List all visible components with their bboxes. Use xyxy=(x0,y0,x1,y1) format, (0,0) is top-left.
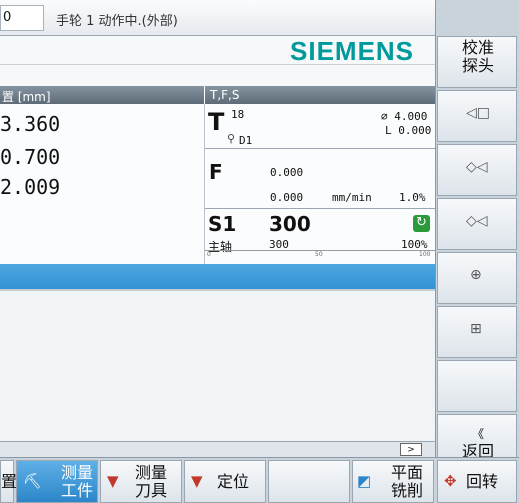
hkey-measure-workpiece-l1: 测量 xyxy=(61,463,94,482)
axis-value-1: 3.360 xyxy=(0,112,61,136)
axis-value-3: 2.009 xyxy=(0,175,61,199)
hkey-measure-tool[interactable]: ▼ 测量 刀具 xyxy=(100,460,182,503)
face-milling-icon: ◩ xyxy=(357,472,372,490)
hkey-position-label: 置 xyxy=(1,472,18,491)
scale-tick-100: 100 xyxy=(419,251,431,258)
hkey-swivel-label: 回转 xyxy=(466,472,499,491)
vkey-corner-2[interactable]: ◇◁ xyxy=(437,198,517,250)
vkey-label-line2: 探头 xyxy=(461,56,494,75)
siemens-logo: SIEMENS xyxy=(290,36,415,66)
divider xyxy=(0,289,435,291)
feed-actual: 0.000 xyxy=(270,166,304,179)
measure-workpiece-icon: ⛏ xyxy=(23,472,43,490)
hkey-face-milling[interactable]: ◩ 平面 铣削 xyxy=(352,460,434,503)
hkey-face-milling-l1: 平面 xyxy=(391,463,424,482)
tool-icon: ⚲ xyxy=(227,132,236,145)
tool-number: 18 xyxy=(231,108,245,121)
hkey-position[interactable]: 置 xyxy=(0,460,18,503)
scale-tick-0: 0 xyxy=(207,251,211,258)
hkey-measure-workpiece-l2: 工件 xyxy=(61,481,94,500)
scale-tick-50: 50 xyxy=(315,251,323,258)
vkey-calibrate-probe[interactable]: 校准 探头 xyxy=(437,36,517,88)
tfs-panel: T 18 ⚲ D1 ⌀ 4.000 L 0.000 F 0.000 0.000 … xyxy=(204,104,436,264)
hkey-position-tool-label: 定位 xyxy=(217,472,250,491)
vkey-edge[interactable]: ◁□ xyxy=(437,90,517,142)
position-icon: ▼ xyxy=(191,472,203,490)
swivel-icon: ✥ xyxy=(444,472,457,490)
spindle-label: S1 xyxy=(208,212,237,236)
position-panel: 3.360 0.700 2.009 xyxy=(0,104,204,264)
program-cell: 0 xyxy=(0,5,44,31)
divider xyxy=(205,148,436,149)
hkey-empty[interactable] xyxy=(268,460,350,503)
hkey-face-milling-l2: 铣削 xyxy=(391,481,424,500)
spindle-load-scale: 0 50 100 xyxy=(205,250,435,260)
tool-diameter: ⌀ 4.000 xyxy=(381,110,428,123)
back-icon: 《 xyxy=(471,427,484,441)
tfs-header: T,F,S xyxy=(204,86,435,104)
corner-alt-icon: ◇◁ xyxy=(466,213,488,229)
circle-center-icon: ⊕ xyxy=(470,267,482,283)
hkey-measure-tool-l1: 测量 xyxy=(135,463,168,482)
rect-center-icon: ⊞ xyxy=(470,321,482,337)
tool-letter: T xyxy=(208,108,225,136)
hkey-measure-tool-l2: 刀具 xyxy=(135,481,168,500)
spindle-rotation-icon: ↻ xyxy=(413,215,430,232)
selection-band xyxy=(0,264,435,289)
spindle-speed: 300 xyxy=(269,212,311,236)
tool-length: L 0.000 xyxy=(385,124,432,137)
feed-unit: mm/min xyxy=(332,191,372,204)
work-area xyxy=(0,289,435,441)
status-message: 手轮 1 动作中.(外部) xyxy=(56,14,178,29)
axis-value-2: 0.700 xyxy=(0,145,61,169)
feed-programmed: 0.000 xyxy=(270,191,304,204)
edge-icon: ◁□ xyxy=(466,105,490,121)
divider xyxy=(205,208,436,209)
vkey-corner[interactable]: ◇◁ xyxy=(437,144,517,196)
corner-icon: ◇◁ xyxy=(466,159,488,175)
tool-edge: D1 xyxy=(239,134,253,147)
vkey-label-line1: 校准 xyxy=(461,38,494,57)
scroll-right-button[interactable]: > xyxy=(400,443,422,456)
vkey-center-circle[interactable]: ⊕ xyxy=(437,252,517,304)
feed-override: 1.0% xyxy=(399,191,426,204)
position-header: 置 [mm] xyxy=(0,86,204,104)
vkey-empty[interactable] xyxy=(437,360,517,412)
vkey-center-rect[interactable]: ⊞ xyxy=(437,306,517,358)
measure-tool-icon: ▼ xyxy=(107,472,119,490)
feed-letter: F xyxy=(209,160,223,184)
hkey-measure-workpiece[interactable]: ⛏ 测量 工件 xyxy=(16,460,98,503)
hkey-position-tool[interactable]: ▼ 定位 xyxy=(184,460,266,503)
hkey-swivel[interactable]: ✥ 回转 xyxy=(437,460,517,503)
scroll-row xyxy=(0,441,435,457)
